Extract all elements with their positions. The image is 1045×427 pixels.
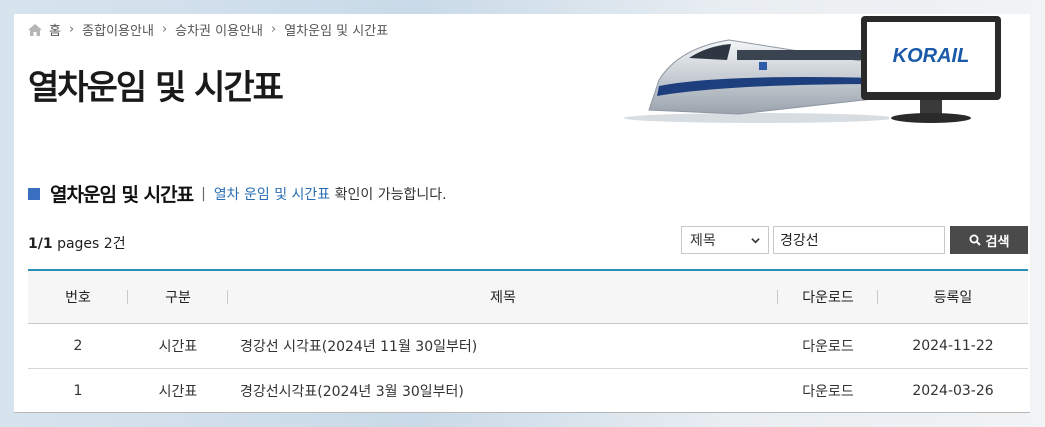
breadcrumb-home[interactable]: 홈 xyxy=(49,20,61,39)
header-category: 구분 xyxy=(128,287,228,307)
row-number: 2 xyxy=(73,338,83,354)
search-button[interactable]: 검색 xyxy=(950,226,1028,254)
breadcrumb-separator-icon: › xyxy=(271,22,277,37)
section-divider: | xyxy=(201,185,206,202)
row-title-link[interactable]: 경강선 시각표(2024년 11월 30일부터) xyxy=(228,336,778,356)
search-input[interactable] xyxy=(773,226,945,254)
row-category: 시간표 xyxy=(158,384,198,400)
chevron-down-icon xyxy=(751,237,760,243)
breadcrumb-current[interactable]: 열차운임 및 시간표 xyxy=(284,20,388,39)
section-description: 열차 운임 및 시간표 확인이 가능합니다. xyxy=(214,184,447,204)
ktx-train-image xyxy=(624,39,889,123)
content-frame: 홈 › 종합이용안내 › 승차권 이용안내 › 열차운임 및 시간표 열차운임 … xyxy=(14,14,1030,412)
section-heading: 열차운임 및 시간표 | 열차 운임 및 시간표 확인이 가능합니다. xyxy=(28,180,447,207)
pages-label: pages xyxy=(57,236,100,252)
page-count: 1/1 xyxy=(28,236,53,252)
breadcrumb: 홈 › 종합이용안내 › 승차권 이용안내 › 열차운임 및 시간표 xyxy=(28,20,388,39)
table-row[interactable]: 1 시간표 경강선시각표(2024년 3월 30일부터) 다운로드 2024-0… xyxy=(28,369,1028,412)
search-field-value: 제목 xyxy=(690,233,716,249)
breadcrumb-separator-icon: › xyxy=(68,22,75,37)
row-category: 시간표 xyxy=(158,339,198,355)
korail-logo: KORAIL xyxy=(893,45,970,67)
header-number: 번호 xyxy=(28,287,128,307)
breadcrumb-ticket[interactable]: 승차권 이용안내 xyxy=(175,20,263,39)
header-title: 제목 xyxy=(228,287,778,307)
table-row[interactable]: 2 시간표 경강선 시각표(2024년 11월 30일부터) 다운로드 2024… xyxy=(28,324,1028,369)
square-bullet-icon xyxy=(28,187,40,200)
search-icon xyxy=(969,234,981,246)
row-number: 1 xyxy=(73,383,83,399)
section-desc-link[interactable]: 열차 운임 및 시간표 xyxy=(214,187,330,203)
row-title-link[interactable]: 경강선시각표(2024년 3월 30일부터) xyxy=(228,381,778,401)
page-title: 열차운임 및 시간표 xyxy=(28,68,284,108)
breadcrumb-guide[interactable]: 종합이용안내 xyxy=(82,20,154,39)
table-header: 번호 구분 제목 다운로드 등록일 xyxy=(28,269,1028,324)
header-download: 다운로드 xyxy=(778,287,878,307)
row-download-link[interactable]: 다운로드 xyxy=(778,381,878,401)
breadcrumb-separator-icon: › xyxy=(161,22,168,37)
header-date: 등록일 xyxy=(933,290,973,306)
korail-monitor-image: KORAIL xyxy=(861,16,1001,123)
section-title: 열차운임 및 시간표 xyxy=(50,184,194,206)
row-download-link[interactable]: 다운로드 xyxy=(778,336,878,356)
search-field-select[interactable]: 제목 xyxy=(681,226,769,254)
section-desc-text: 확인이 가능합니다. xyxy=(330,186,447,203)
row-date: 2024-11-22 xyxy=(912,338,994,354)
row-date: 2024-03-26 xyxy=(912,383,994,399)
notice-table: 번호 구분 제목 다운로드 등록일 2 시간표 경강선 시각표(2024년 11… xyxy=(28,269,1028,412)
pages-info: 1/1 pages 2건 xyxy=(28,233,126,253)
total-count: 2건 xyxy=(103,236,126,252)
search-button-label: 검색 xyxy=(985,234,1010,250)
home-icon[interactable] xyxy=(28,23,42,36)
